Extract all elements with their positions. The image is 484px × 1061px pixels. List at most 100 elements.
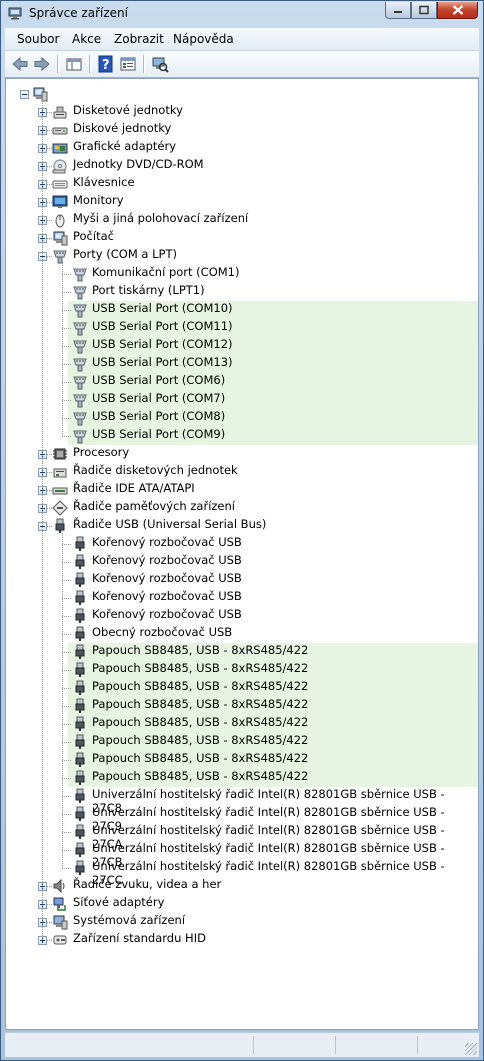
tree-root[interactable] [6,85,478,103]
tree-device-label: Papouch SB8485, USB - 8xRS485/422 [92,643,309,657]
tree-device-label: USB Serial Port (COM11) [92,319,233,333]
port-icon [72,284,88,300]
usb-icon [72,842,88,858]
menu-napoveda[interactable]: Nápověda [173,32,234,46]
keyboard-icon [52,176,68,192]
title-bar[interactable]: Správce zařízení [1,1,483,27]
usb-icon [72,662,88,678]
tree-category-label: Disketové jednotky [73,103,183,117]
tree-device-label: USB Serial Port (COM12) [92,337,233,351]
help-button[interactable]: ? [96,54,116,74]
close-button[interactable] [437,2,478,19]
device-tree[interactable]: Disketové jednotky Diskové jednotky Grafic… [5,78,479,1030]
minimize-button[interactable] [385,2,411,19]
tree-category-label: Porty (COM a LPT) [73,247,177,261]
status-pane-2 [255,1036,336,1054]
processor-icon [52,446,68,462]
usb-icon [72,860,88,876]
hid-icon [52,932,68,948]
usb-icon [72,680,88,696]
mouse-icon [52,212,68,228]
usb-icon [72,734,88,750]
svg-text:?: ? [102,58,110,73]
tree-category-label: Jednotky DVD/CD-ROM [73,157,204,171]
port-icon [72,338,88,354]
floppy-controller-icon [52,464,68,480]
port-icon [72,374,88,390]
tree-device-label: Papouch SB8485, USB - 8xRS485/422 [92,733,309,747]
status-pane-3 [337,1036,418,1054]
resize-grip[interactable] [465,1043,477,1055]
forward-arrow-icon [34,56,50,72]
tree-device-label: Kořenový rozbočovač USB [92,607,242,621]
usb-icon [72,554,88,570]
tree-category-label: Řadiče disketových jednotek [73,463,238,477]
tree-device-label: Obecný rozbočovač USB [92,625,233,639]
port-icon [72,266,88,282]
help-icon: ? [98,55,113,73]
menu-soubor[interactable]: Soubor [17,32,59,46]
maximize-icon [419,5,429,15]
usb-icon [72,716,88,732]
menu-bar: Soubor Akce Zobrazit Nápověda [5,28,479,51]
tree-category-label: Řadiče IDE ATA/ATAPI [73,481,195,495]
port-icon [72,428,88,444]
tree-category-label: Monitory [73,193,124,207]
status-bar [5,1032,479,1057]
port-icon [72,356,88,372]
back-button[interactable] [10,54,30,74]
menu-akce[interactable]: Akce [72,32,101,46]
tree-device-label: Kořenový rozbočovač USB [92,589,242,603]
tree-category-label: Diskové jednotky [73,121,172,135]
tree-category-label: Počítač [73,229,114,243]
usb-icon [72,698,88,714]
tree-device-label: Papouch SB8485, USB - 8xRS485/422 [92,661,309,675]
port-icon [72,392,88,408]
usb-icon [72,608,88,624]
toolbar: ? [5,51,479,78]
disk-icon [52,122,68,138]
tree-device-label: Papouch SB8485, USB - 8xRS485/422 [92,751,309,765]
scan-hardware-icon [152,57,169,73]
system-device-icon [52,914,68,930]
usb-icon [52,518,68,534]
port-icon [72,302,88,318]
tree-category-label: Zařízení standardu HID [73,931,206,945]
port-icon [72,410,88,426]
network-adapter-icon [52,896,68,912]
maximize-button[interactable] [411,2,437,19]
forward-button[interactable] [32,54,52,74]
tree-category-label: Grafické adaptéry [73,139,177,153]
computer-icon [52,230,68,246]
usb-icon [72,824,88,840]
tree-device-label: USB Serial Port (COM7) [92,391,226,405]
usb-icon [72,536,88,552]
minimize-icon [394,11,402,13]
show-hide-tree-button[interactable] [64,54,84,74]
properties-button[interactable] [118,54,138,74]
close-icon [452,5,463,15]
collapse-toggle-icon[interactable] [20,90,29,99]
tree-device-label: Komunikační port (COM1) [92,265,240,279]
tree-category-label: Systémová zařízení [73,913,186,927]
usb-icon [72,752,88,768]
tree-device-label: USB Serial Port (COM9) [92,427,226,441]
tree-device-label: Kořenový rozbočovač USB [92,571,242,585]
tree-device-label: Kořenový rozbočovač USB [92,535,242,549]
tree-device-label: Port tiskárny (LPT1) [92,283,205,297]
tree-category-label: Klávesnice [73,175,135,189]
usb-icon [72,590,88,606]
tree-category-label: Řadiče zvuku, videa a her [73,877,222,891]
usb-icon [72,626,88,642]
scan-hardware-button[interactable] [150,54,170,74]
tree-category-label: Myši a jiná polohovací zařízení [73,211,249,225]
menu-zobrazit[interactable]: Zobrazit [114,32,164,46]
tree-device-label: Papouch SB8485, USB - 8xRS485/422 [92,679,309,693]
tree-category-label: Síťové adaptéry [73,895,165,909]
status-pane-main [5,1036,254,1054]
device-manager-icon [8,7,22,20]
show-hide-tree-icon [66,58,82,71]
usb-icon [72,788,88,804]
usb-icon [72,806,88,822]
port-icon [52,248,68,264]
